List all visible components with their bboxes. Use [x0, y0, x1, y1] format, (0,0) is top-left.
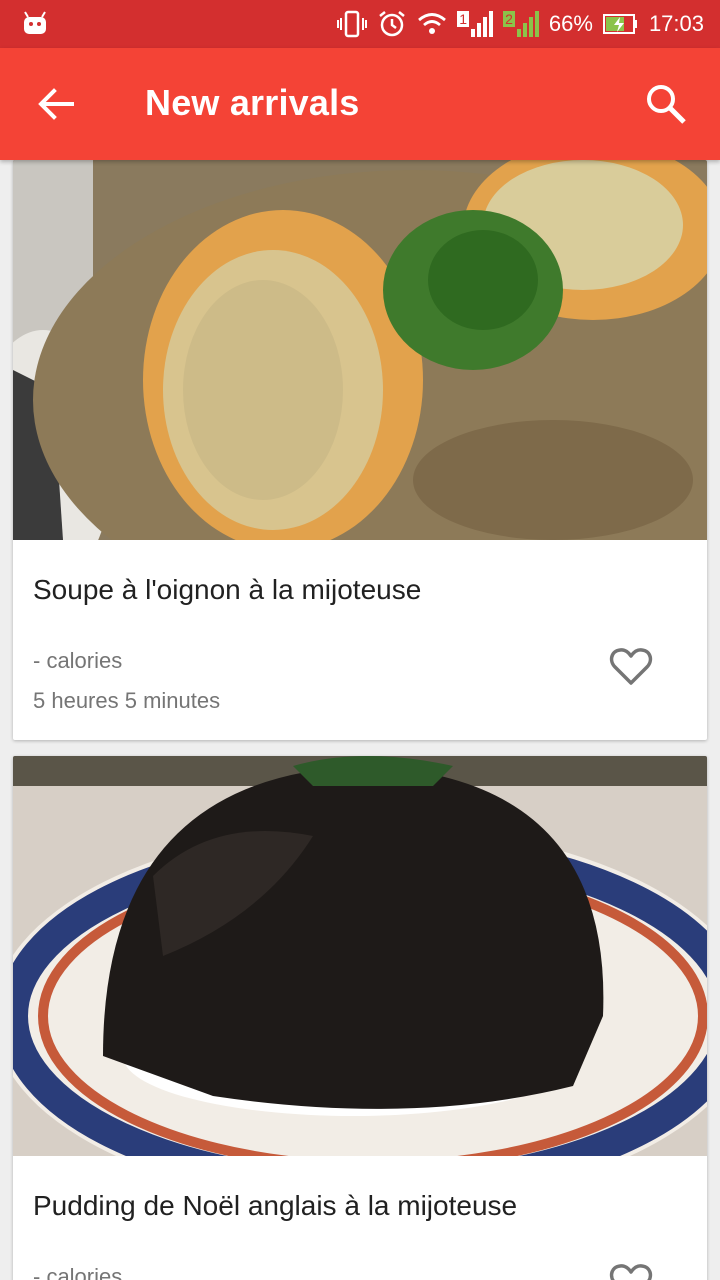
battery-charging-icon	[602, 14, 637, 34]
search-icon[interactable]	[640, 78, 692, 130]
status-bar: 1 2 66% 17:03	[0, 0, 720, 48]
recipe-duration: 5 heures 5 minutes	[33, 688, 221, 713]
app-bar: New arrivals	[0, 48, 720, 160]
android-notification-icon	[24, 11, 46, 34]
recipe-name: Pudding de Noël anglais à la mijoteuse	[33, 1190, 518, 1221]
recipe-image[interactable]	[13, 160, 707, 630]
sim1-label: 1	[457, 11, 470, 27]
wifi-icon	[418, 13, 447, 34]
clock: 17:03	[648, 11, 704, 36]
sim1-signal-icon: 1	[457, 11, 494, 37]
recipe-card[interactable]: Soupe à l'oignon à la mijoteuse - calori…	[13, 160, 707, 740]
vibrate-icon	[337, 10, 368, 38]
recipe-calories: - calories	[33, 1264, 123, 1280]
recipe-image[interactable]	[13, 756, 707, 1206]
recipe-calories: - calories	[33, 648, 123, 673]
recipe-name: Soupe à l'oignon à la mijoteuse	[33, 574, 422, 605]
alarm-icon	[379, 11, 406, 37]
favorite-heart-icon[interactable]	[609, 644, 653, 688]
sim2-signal-icon: 2	[503, 11, 539, 37]
recipe-list: Soupe à l'oignon à la mijoteuse - calori…	[0, 160, 720, 1280]
page-title: New arrivals	[145, 82, 360, 123]
favorite-heart-icon[interactable]	[609, 1260, 653, 1280]
sim2-label: 2	[503, 11, 515, 27]
back-arrow-icon[interactable]	[30, 78, 82, 130]
recipe-card[interactable]: Pudding de Noël anglais à la mijoteuse -…	[13, 756, 707, 1280]
battery-percent: 66%	[548, 11, 593, 36]
